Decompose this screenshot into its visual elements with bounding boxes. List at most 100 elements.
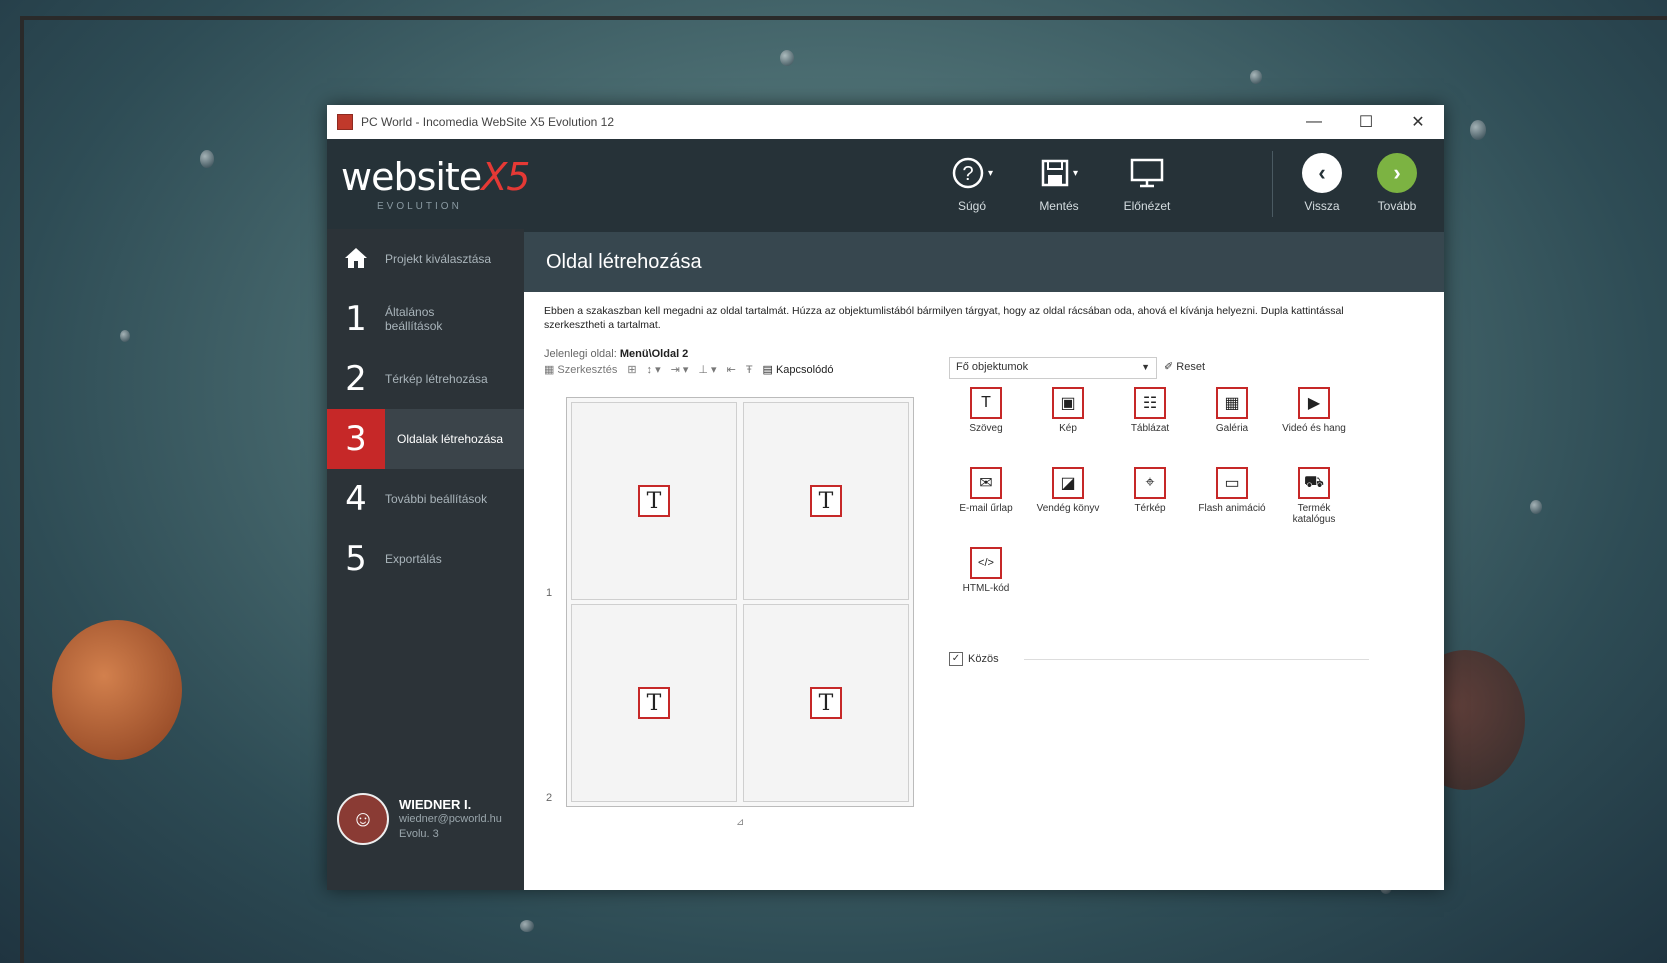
instructions-text: Ebben a szakaszban kell megadni az oldal… [544, 305, 1344, 331]
object-video[interactable]: ▶ Videó és hang [1277, 387, 1351, 434]
grid-cell[interactable]: T [571, 604, 737, 802]
chevron-left-icon: ‹ [1302, 153, 1342, 193]
edit-button[interactable]: ▦ Szerkesztés [544, 363, 617, 377]
back-button[interactable]: ‹ Vissza [1287, 149, 1357, 213]
map-pin-icon: ⌖ [1134, 467, 1166, 499]
help-icon: ? ▾ [937, 149, 1007, 197]
brush-icon: ✐ [1164, 361, 1174, 373]
logo-subtitle: EVOLUTION [377, 201, 462, 212]
object-map[interactable]: ⌖ Térkép [1113, 467, 1187, 514]
raindrop [120, 330, 130, 342]
step-2[interactable]: 2 Térkép létrehozása [327, 349, 524, 409]
resize-handle-icon[interactable]: ⊿ [736, 817, 744, 828]
text-format-button[interactable]: Ŧ [746, 364, 753, 376]
grid-cell[interactable]: T [743, 402, 909, 600]
object-catalog[interactable]: ⛟ Termék katalógus [1277, 467, 1351, 525]
step-3[interactable]: 3 Oldalak létrehozása [327, 409, 524, 469]
insert-col-button[interactable]: ⇥ ▾ [671, 363, 689, 376]
grid-cell[interactable]: T [743, 604, 909, 802]
text-object-icon[interactable]: T [810, 485, 842, 517]
text-object-icon[interactable]: T [638, 485, 670, 517]
save-button[interactable]: ▾ Mentés [1024, 149, 1094, 213]
step-number: 3 [327, 409, 385, 469]
step-label: Oldalak létrehozása [397, 432, 504, 446]
save-icon: ▾ [1024, 149, 1094, 197]
video-icon: ▶ [1298, 387, 1330, 419]
step-label: További beállítások [385, 492, 488, 506]
help-label: Súgó [957, 199, 987, 213]
steps-sidebar: Projekt kiválasztása 1 Általános beállít… [327, 229, 524, 890]
object-guestbook[interactable]: ◪ Vendég könyv [1031, 467, 1105, 514]
align-button[interactable]: ⊥ ▾ [698, 363, 716, 376]
main-toolbar: websiteX5 EVOLUTION ? ▾ Súgó ▾ Mentés El… [327, 139, 1444, 229]
step-number: 5 [345, 539, 367, 579]
monitor-icon [1112, 149, 1182, 197]
step-label: Térkép létrehozása [385, 372, 488, 386]
step-project[interactable]: Projekt kiválasztása [327, 229, 524, 289]
gallery-icon: ▦ [1216, 387, 1248, 419]
close-button[interactable]: ✕ [1392, 112, 1444, 132]
arrows-button[interactable]: ↕ ▾ [647, 363, 661, 376]
save-label: Mentés [1039, 199, 1079, 213]
page-title: Oldal létrehozása [524, 229, 1444, 292]
svg-text:?: ? [962, 163, 973, 185]
text-object-icon[interactable]: T [810, 687, 842, 719]
grid-cell[interactable]: T [571, 402, 737, 600]
merge-button[interactable]: ⇤ [727, 363, 736, 376]
grid-icon: ▦ [544, 364, 555, 376]
maximize-button[interactable]: ☐ [1340, 112, 1392, 132]
user-email: wiedner@pcworld.hu [399, 812, 502, 825]
next-button[interactable]: › Tovább [1362, 149, 1432, 213]
reset-button[interactable]: ✐ Reset [1164, 360, 1205, 373]
raindrop [1530, 500, 1542, 514]
app-icon [337, 114, 353, 130]
step-label: Általános beállítások [385, 305, 443, 333]
merge-icon: ⇤ [726, 364, 736, 376]
grid-toolbar: ▦ Szerkesztés ⊞ ↕ ▾ ⇥ ▾ ⊥ ▾ ⇤ Ŧ ▤ Kapcsoló… [544, 363, 834, 377]
insert-row-button[interactable]: ⊞ [627, 363, 636, 376]
object-category-select[interactable]: Fő objektumok ▼ [949, 357, 1157, 379]
current-page-label: Jelenlegi oldal: [544, 348, 617, 360]
chevron-right-icon: › [1377, 153, 1417, 193]
user-name: WIEDNER I. [399, 796, 472, 812]
checkbox-icon: ✓ [949, 652, 963, 666]
help-button[interactable]: ? ▾ Súgó [937, 149, 1007, 213]
align-icon: ⊥ ▾ [698, 364, 717, 376]
object-email-form[interactable]: ✉ E-mail űrlap [949, 467, 1023, 514]
text-icon: T [970, 387, 1002, 419]
object-text[interactable]: T Szöveg [949, 387, 1023, 434]
raindrop [1250, 70, 1262, 84]
object-gallery[interactable]: ▦ Galéria [1195, 387, 1269, 434]
object-html-code[interactable]: </> HTML-kód [949, 547, 1023, 594]
app-window: PC World - Incomedia WebSite X5 Evolutio… [327, 105, 1444, 890]
properties-icon: ▤ [762, 364, 773, 376]
current-page-info: Jelenlegi oldal: Menü\Oldal 2 [524, 332, 1444, 360]
object-table[interactable]: ☷ Táblázat [1113, 387, 1187, 434]
raindrop [200, 150, 214, 168]
properties-button[interactable]: ▤ Kapcsolódó [762, 363, 834, 377]
email-icon: ✉ [970, 467, 1002, 499]
step-4[interactable]: 4 További beállítások [327, 469, 524, 529]
object-flash[interactable]: ▭ Flash animáció [1195, 467, 1269, 514]
arrows-icon: ↕ ▾ [646, 364, 661, 376]
step-5[interactable]: 5 Exportálás [327, 529, 524, 589]
user-profile[interactable]: ☺ WIEDNER I. wiedner@pcworld.hu Evolu. 3 [337, 793, 502, 845]
common-label: Közös [968, 653, 999, 665]
step-number: 1 [345, 299, 367, 339]
home-icon [327, 239, 385, 279]
website-x5-logo: websiteX5 [341, 155, 530, 199]
step-1[interactable]: 1 Általános beállítások [327, 289, 524, 349]
common-checkbox[interactable]: ✓ Közös [949, 652, 999, 666]
cart-icon: ⛟ [1298, 467, 1330, 499]
current-page-value: Menü\Oldal 2 [619, 348, 689, 360]
avatar: ☺ [337, 793, 389, 845]
text-object-icon[interactable]: T [638, 687, 670, 719]
minimize-button[interactable]: — [1288, 113, 1340, 131]
raindrop [1470, 120, 1486, 140]
object-image[interactable]: ▣ Kép [1031, 387, 1105, 434]
preview-button[interactable]: Előnézet [1112, 149, 1182, 213]
title-bar: PC World - Incomedia WebSite X5 Evolutio… [327, 105, 1444, 139]
object-category-value: Fő objektumok [956, 361, 1029, 373]
user-plan: Evolu. 3 [399, 827, 439, 840]
page-layout-grid[interactable]: T T T T [566, 397, 914, 807]
